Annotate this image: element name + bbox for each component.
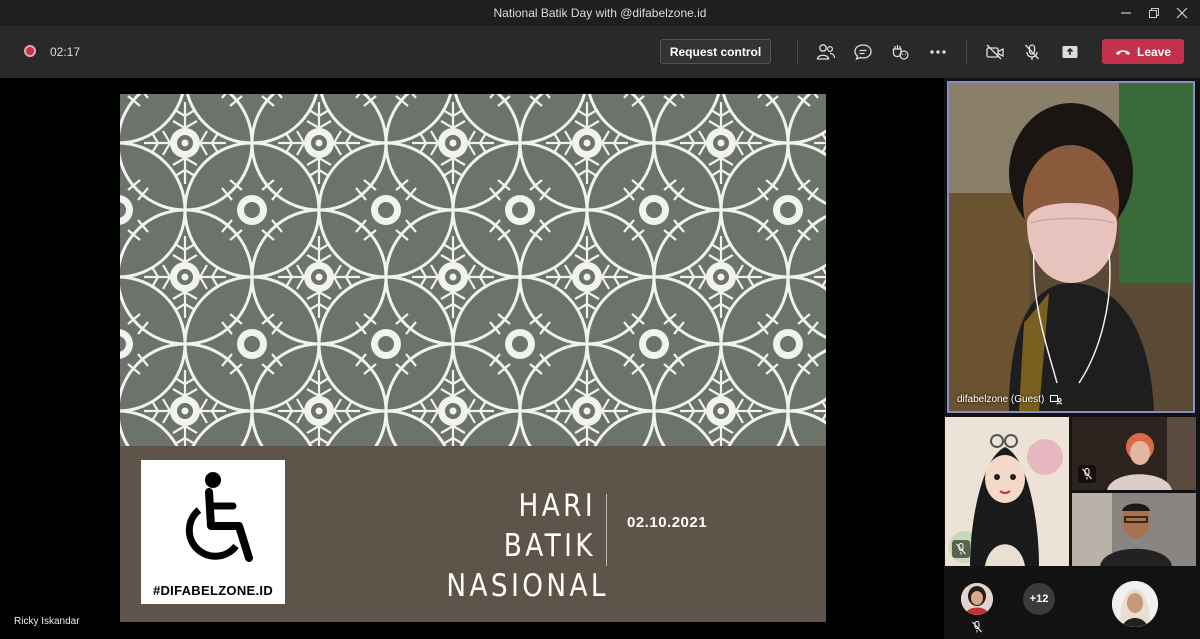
slide-date: 02.10.2021 — [627, 514, 708, 531]
slide-title: HARI BATIK NASIONAL — [446, 486, 610, 606]
leave-button[interactable]: Leave — [1102, 39, 1184, 64]
camera-off-icon[interactable] — [983, 40, 1007, 64]
muted-mic-icon — [968, 618, 986, 636]
leave-label: Leave — [1136, 44, 1172, 59]
participant-avatar[interactable] — [961, 583, 993, 615]
participant-name: difabelzone (Guest) — [957, 394, 1045, 405]
wheelchair-icon — [185, 472, 253, 562]
hang-up-icon — [1115, 49, 1130, 55]
participant-video-image — [1072, 493, 1196, 566]
presentation-slide: #DIFABELZONE.ID HARI BATIK NASIONAL 02.1… — [120, 94, 826, 622]
mic-off-icon[interactable] — [1020, 40, 1044, 64]
more-participants-badge[interactable]: +12 — [1023, 583, 1055, 615]
title-bar: National Batik Day with @difabelzone.id — [0, 0, 1200, 26]
participant-panel: difabelzone (Guest) — [944, 78, 1200, 639]
guest-screen-icon — [1050, 394, 1063, 405]
participant-video-tile[interactable] — [1072, 417, 1196, 490]
participant-video-image — [949, 83, 1193, 411]
difabelzone-logo: #DIFABELZONE.ID — [141, 460, 285, 604]
recording-icon — [24, 45, 36, 57]
more-options-icon[interactable] — [926, 40, 950, 64]
participant-video-tile[interactable] — [1072, 493, 1196, 566]
close-icon[interactable] — [1164, 0, 1200, 26]
window-title: National Batik Day with @difabelzone.id — [493, 6, 707, 20]
logo-hashtag: #DIFABELZONE.ID — [152, 583, 274, 598]
toolbar-divider — [966, 40, 967, 64]
active-speaker-video[interactable]: difabelzone (Guest) — [947, 81, 1195, 413]
slide-title-line1: HARI BATIK — [503, 488, 596, 564]
batik-pattern-image — [120, 94, 826, 446]
slide-title-line2: NASIONAL — [446, 568, 610, 604]
chat-icon[interactable] — [851, 40, 875, 64]
meeting-toolbar: 02:17 Request control Leave — [0, 26, 1200, 78]
participants-icon[interactable] — [814, 40, 838, 64]
presenter-name: Ricky Iskandar — [14, 616, 80, 627]
toolbar-divider — [797, 40, 798, 64]
request-control-button[interactable]: Request control — [660, 39, 771, 64]
participant-avatar[interactable] — [1112, 581, 1158, 627]
muted-mic-icon — [1078, 465, 1096, 483]
participant-name-label: difabelzone (Guest) — [957, 394, 1063, 405]
muted-mic-icon — [952, 540, 970, 558]
shared-screen-stage[interactable]: #DIFABELZONE.ID HARI BATIK NASIONAL 02.1… — [0, 78, 944, 639]
slide-divider — [606, 494, 607, 566]
share-tray-icon[interactable] — [1058, 40, 1082, 64]
slide-title-section: #DIFABELZONE.ID HARI BATIK NASIONAL 02.1… — [120, 446, 826, 622]
reactions-icon[interactable] — [888, 40, 912, 64]
participant-video-tile[interactable] — [945, 417, 1069, 566]
meeting-timer: 02:17 — [50, 45, 81, 59]
